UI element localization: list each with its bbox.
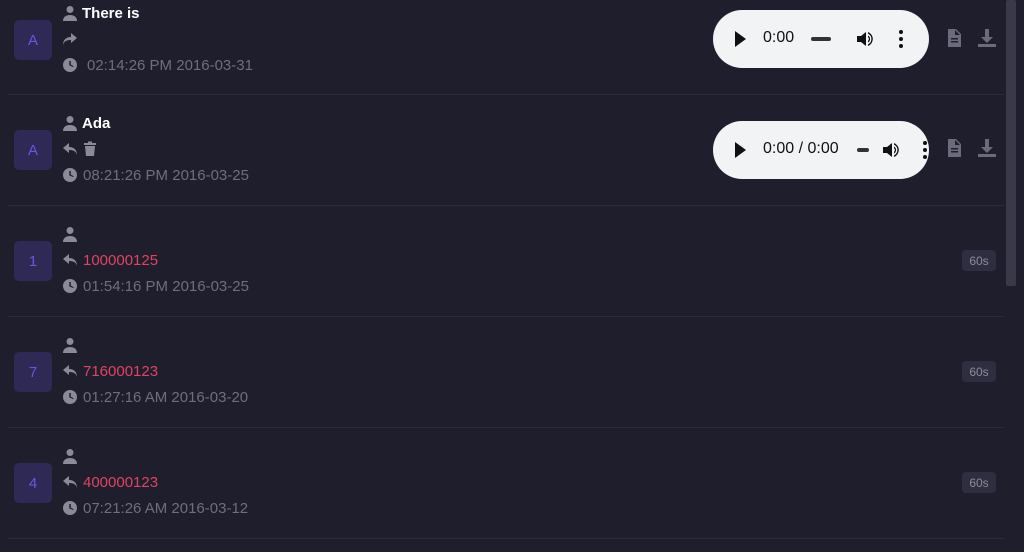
audio-player[interactable]: 0:00 / 0:00 [713,121,929,179]
audio-seek-bar[interactable] [857,148,869,152]
more-options-icon[interactable] [899,30,903,48]
audio-time: 0:00 [763,29,795,46]
scrollbar[interactable] [1006,0,1016,286]
user-icon [61,225,79,243]
call-timestamp: 02:14:26 PM 2016-03-31 [87,56,253,74]
call-row[interactable]: A There is 02:14:26 PM 2016-03-31 0:00 [8,0,1004,95]
contact-name: Ada [82,114,111,132]
call-timestamp: 08:21:26 PM 2016-03-25 [83,166,249,184]
clock-icon [61,277,79,295]
avatar: 1 [14,241,52,281]
avatar: 7 [14,352,52,392]
call-timestamp: 01:27:16 AM 2016-03-20 [83,388,249,406]
call-row[interactable]: 4 400000123 07:21:26 AM 2016-03-12 60s [8,428,1004,539]
user-icon [61,4,79,22]
clock-icon [61,166,79,184]
call-row[interactable]: 1 100000125 01:54:16 PM 2016-03-25 60s [8,206,1004,317]
call-timestamp: 07:21:26 AM 2016-03-12 [83,499,249,517]
avatar: A [14,20,52,60]
reply-icon [61,251,79,269]
audio-player[interactable]: 0:00 [713,10,929,68]
duration-badge: 60s [962,472,996,493]
audio-time: 0:00 / 0:00 [763,140,839,157]
volume-icon[interactable] [855,29,875,49]
duration-badge: 60s [962,250,996,271]
phone-number[interactable]: 100000125 [83,252,158,269]
transcript-icon[interactable] [944,138,964,158]
clock-icon [61,499,79,517]
forward-icon [61,30,79,48]
call-row[interactable]: A Ada 08:21:26 PM 2016-03-25 0:00 / 0:00 [8,95,1004,206]
phone-number[interactable]: 400000123 [83,474,158,491]
avatar: A [14,130,52,170]
download-icon[interactable] [977,28,997,48]
phone-number[interactable]: 716000123 [83,363,158,380]
reply-icon [61,473,79,491]
call-timestamp: 01:54:16 PM 2016-03-25 [83,277,249,295]
audio-seek-bar[interactable] [811,37,831,41]
call-row[interactable]: 7 716000123 01:27:16 AM 2016-03-20 60s [8,317,1004,428]
contact-name: There is [82,4,140,22]
play-icon[interactable] [735,31,746,47]
avatar: 4 [14,463,52,503]
play-icon[interactable] [735,142,746,158]
volume-icon[interactable] [881,140,901,160]
duration-badge: 60s [962,361,996,382]
trash-icon[interactable] [81,140,99,158]
user-icon [61,447,79,465]
reply-icon [61,362,79,380]
download-icon[interactable] [977,138,997,158]
clock-icon [61,56,79,74]
more-options-icon[interactable] [923,141,927,159]
call-log-list: A There is 02:14:26 PM 2016-03-31 0:00 A… [0,0,1024,552]
reply-icon [61,140,79,158]
transcript-icon[interactable] [944,28,964,48]
user-icon [61,114,79,132]
user-icon [61,336,79,354]
clock-icon [61,388,79,406]
